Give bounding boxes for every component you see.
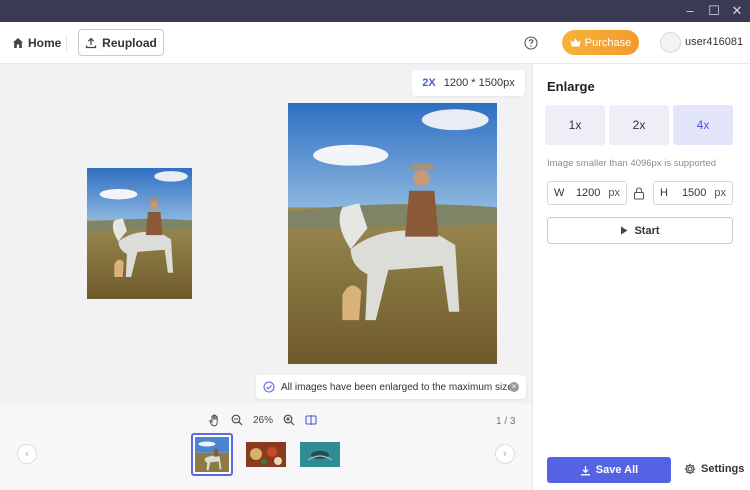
cowboy-horse-photo <box>87 168 192 299</box>
home-button[interactable]: Home <box>12 34 61 52</box>
help-icon[interactable] <box>524 36 538 50</box>
hand-pan-icon[interactable] <box>208 413 221 427</box>
height-field[interactable]: H 1500 px <box>653 181 733 205</box>
thumbnail-cowboy <box>195 437 229 472</box>
start-button[interactable]: Start <box>547 217 733 244</box>
download-icon <box>580 465 590 475</box>
status-toast: All images have been enlarged to the max… <box>256 375 526 399</box>
preview-canvas: 2X 1200 * 1500px All images have been en… <box>0 64 532 404</box>
original-image <box>87 168 192 299</box>
cowboy-horse-photo-enlarged <box>288 103 497 364</box>
enlarged-image <box>288 103 497 364</box>
previous-image-button[interactable]: ‹ <box>17 444 37 464</box>
toolbar-divider <box>66 35 67 51</box>
gear-icon <box>684 463 696 475</box>
thumbnail-strip: 26% 1 / 3 ‹ › <box>0 404 532 490</box>
upload-icon <box>86 37 97 48</box>
purchase-label: Purchase <box>584 36 632 49</box>
zoom-dimensions: 1200 * 1500px <box>443 77 515 89</box>
purchase-button[interactable]: Purchase <box>562 30 639 55</box>
width-label: W <box>554 187 565 199</box>
crown-icon <box>570 38 581 47</box>
top-toolbar: Home Reupload Purchase user416081 <box>0 22 750 64</box>
save-all-label: Save All <box>595 464 639 476</box>
enlarge-panel: Enlarge 1x 2x 4x Image smaller than 4096… <box>532 64 750 490</box>
thumbnail-3[interactable] <box>300 442 340 467</box>
panel-title: Enlarge <box>547 79 595 94</box>
window-title-bar: – ☐ ✕ <box>0 0 750 22</box>
page-count: 1 / 3 <box>496 416 516 427</box>
zoom-percent: 26% <box>253 414 274 426</box>
zoom-info-badge: 2X 1200 * 1500px <box>412 70 525 96</box>
thumbnail-2[interactable] <box>246 442 286 467</box>
start-label: Start <box>634 224 660 237</box>
width-value[interactable]: 1200 <box>568 187 608 199</box>
scale-option-1x[interactable]: 1x <box>545 105 605 145</box>
settings-label: Settings <box>701 463 745 475</box>
zoom-in-icon[interactable] <box>283 414 295 426</box>
save-all-button[interactable]: Save All <box>547 457 671 483</box>
lock-icon[interactable] <box>633 187 645 200</box>
width-unit: px <box>608 187 620 199</box>
height-label: H <box>660 187 668 199</box>
height-value[interactable]: 1500 <box>674 187 714 199</box>
close-window-button[interactable]: ✕ <box>729 3 745 19</box>
thumbnail-1[interactable] <box>191 433 233 476</box>
check-circle-icon <box>263 381 275 393</box>
next-image-button[interactable]: › <box>495 444 515 464</box>
size-support-note: Image smaller than 4096px is supported <box>547 158 716 169</box>
zoom-scale: 2X <box>422 77 436 89</box>
reupload-label: Reupload <box>102 35 157 50</box>
width-field[interactable]: W 1200 px <box>547 181 627 205</box>
home-label: Home <box>28 36 62 50</box>
reupload-button[interactable]: Reupload <box>78 29 164 56</box>
maximize-button[interactable]: ☐ <box>706 3 722 19</box>
thumbnail-food <box>246 442 286 467</box>
username[interactable]: user416081 <box>685 36 743 48</box>
avatar[interactable] <box>660 32 681 53</box>
zoom-controls: 26% <box>208 412 317 428</box>
home-icon <box>13 38 23 48</box>
toast-close-button[interactable]: × <box>509 382 519 392</box>
scale-option-2x[interactable]: 2x <box>609 105 669 145</box>
zoom-out-icon[interactable] <box>231 414 243 426</box>
thumbnail-underwater <box>300 442 340 467</box>
scale-option-4x[interactable]: 4x <box>673 105 733 145</box>
minimize-button[interactable]: – <box>682 3 698 19</box>
toast-message: All images have been enlarged to the max… <box>281 381 516 393</box>
height-unit: px <box>714 187 726 199</box>
settings-button[interactable]: Settings <box>684 463 744 475</box>
compare-split-icon[interactable] <box>305 414 317 426</box>
play-icon <box>621 226 628 235</box>
